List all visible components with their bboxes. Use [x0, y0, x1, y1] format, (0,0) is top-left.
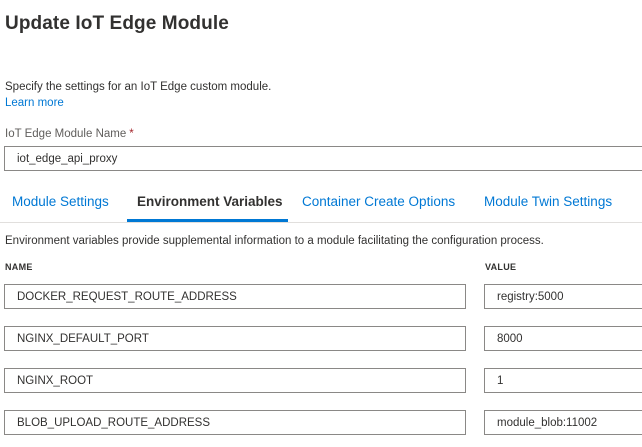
name-column-header: NAME	[5, 262, 33, 272]
env-value-input[interactable]	[484, 326, 642, 351]
tab-module-twin-settings[interactable]: Module Twin Settings	[484, 194, 612, 209]
module-name-label: IoT Edge Module Name *	[5, 128, 134, 140]
page-title: Update IoT Edge Module	[5, 13, 229, 34]
learn-more-link[interactable]: Learn more	[5, 97, 64, 109]
update-module-panel: Update IoT Edge Module Specify the setti…	[0, 0, 642, 447]
env-value-input[interactable]	[484, 368, 642, 393]
env-name-input[interactable]	[4, 326, 466, 351]
env-name-input[interactable]	[4, 284, 466, 309]
module-description: Specify the settings for an IoT Edge cus…	[5, 81, 272, 93]
active-tab-indicator	[127, 219, 288, 222]
env-value-input[interactable]	[484, 410, 642, 435]
env-description: Environment variables provide supplement…	[5, 235, 544, 247]
tab-container-create-options[interactable]: Container Create Options	[302, 194, 455, 209]
module-name-input[interactable]	[4, 146, 642, 171]
env-name-input[interactable]	[4, 410, 466, 435]
tab-environment-variables[interactable]: Environment Variables	[137, 194, 283, 209]
module-name-label-text: IoT Edge Module Name	[5, 128, 127, 140]
required-marker: *	[129, 128, 134, 140]
env-value-input[interactable]	[484, 284, 642, 309]
value-column-header: VALUE	[485, 262, 517, 272]
env-name-input[interactable]	[4, 368, 466, 393]
tab-bar: Module Settings Environment Variables Co…	[0, 184, 642, 223]
tab-module-settings[interactable]: Module Settings	[12, 194, 109, 209]
